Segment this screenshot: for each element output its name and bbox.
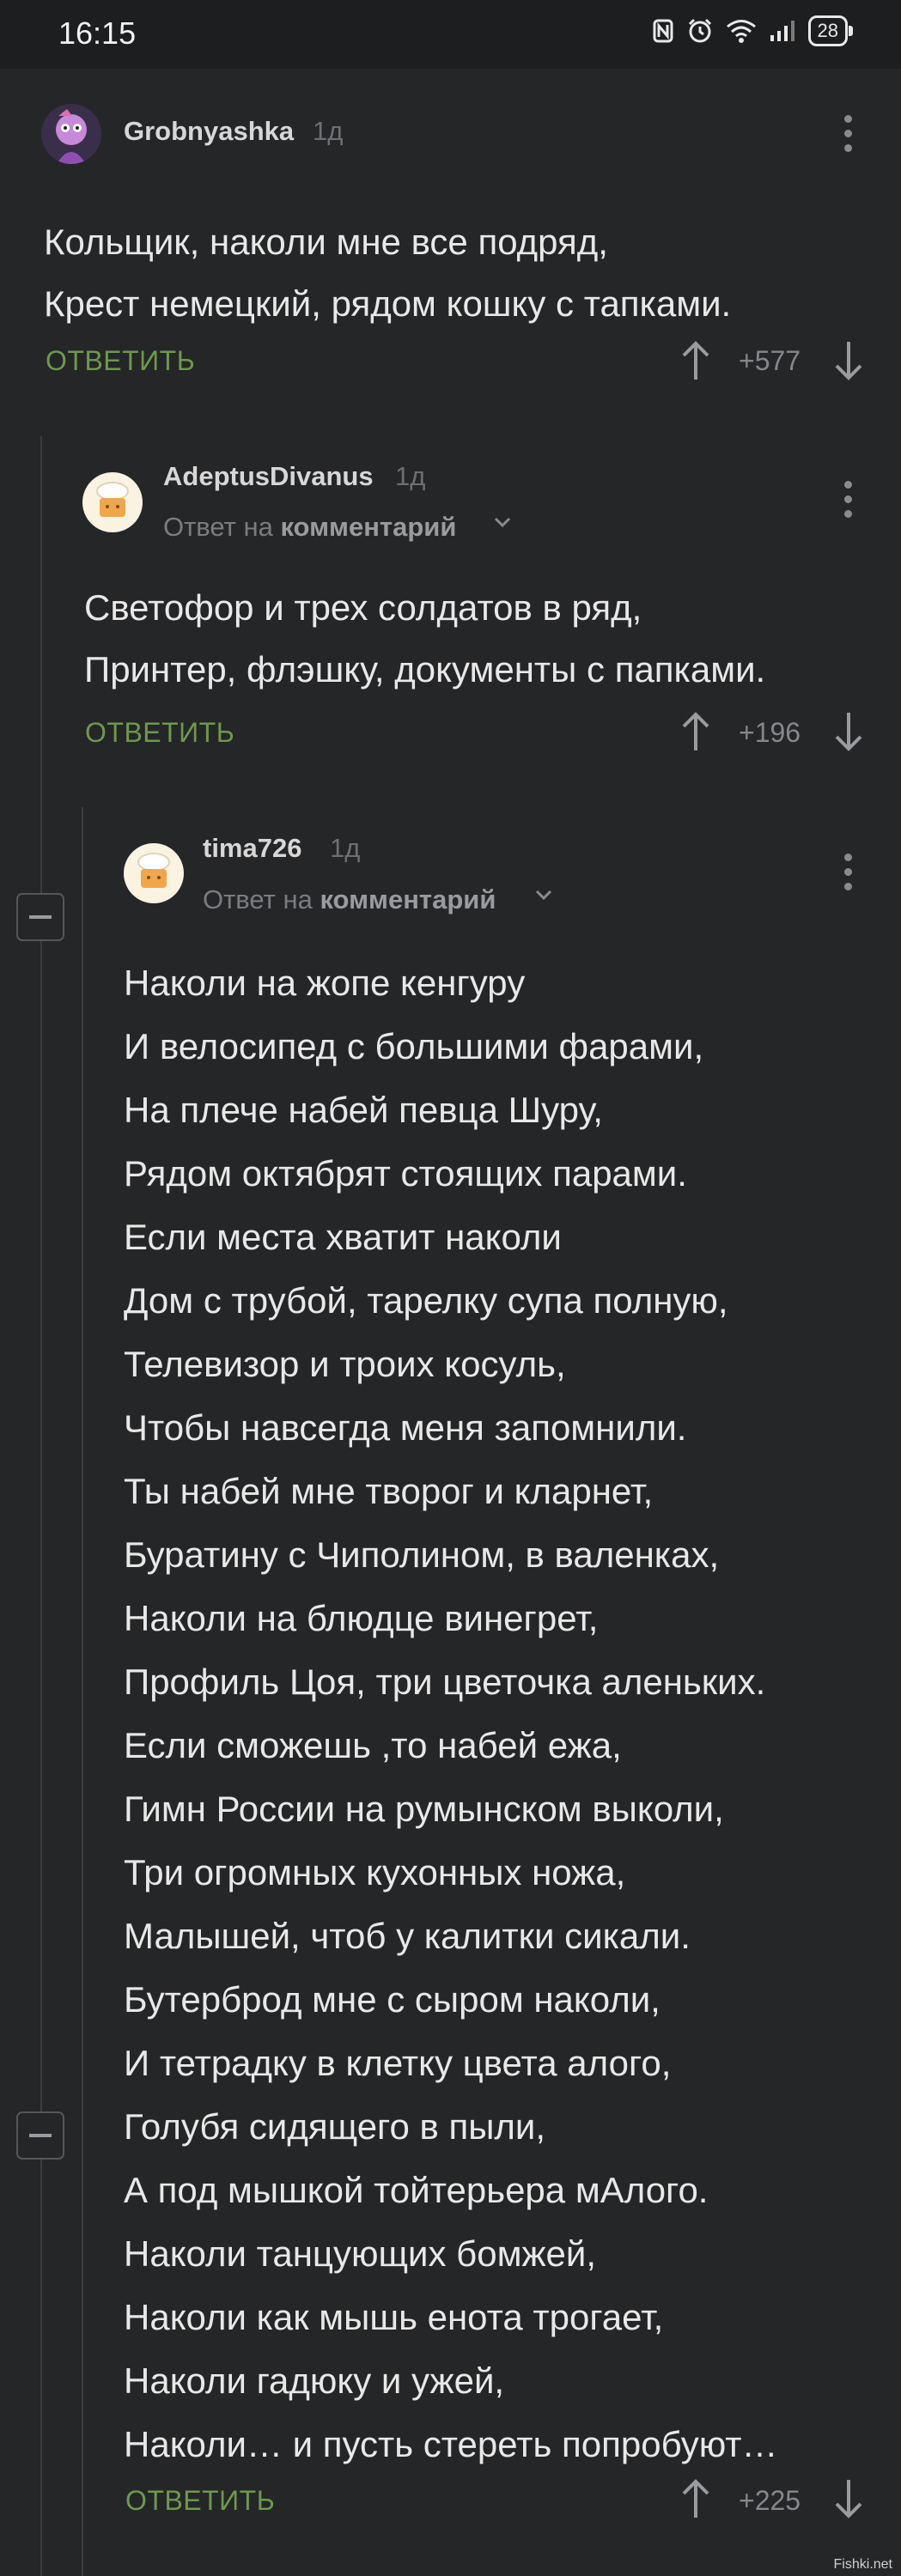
comment-text: Кольщик, наколи мне все подряд, Крест не…: [44, 222, 732, 324]
watermark: Fishki.net: [833, 2557, 892, 2572]
thread-line: [40, 436, 42, 2576]
avatar[interactable]: [41, 104, 101, 164]
upvote-icon[interactable]: [680, 340, 711, 386]
more-icon[interactable]: [842, 115, 854, 159]
alarm-icon: [686, 17, 714, 45]
timestamp: 1д: [330, 833, 361, 863]
username[interactable]: Grobnyashka: [124, 116, 294, 147]
battery-icon: 28: [807, 15, 854, 46]
upvote-icon[interactable]: [680, 2478, 711, 2524]
reply-button[interactable]: ОТВЕТИТЬ: [85, 717, 234, 749]
downvote-icon[interactable]: [833, 2478, 864, 2524]
timestamp: 1д: [395, 461, 426, 491]
wifi-icon: [726, 19, 757, 43]
collapse-icon[interactable]: [16, 2111, 64, 2160]
more-icon[interactable]: [842, 481, 854, 525]
comment-text: Наколи на жопе кенгуру И велосипед с бол…: [124, 963, 778, 2464]
status-time: 16:15: [58, 15, 137, 51]
rating: +225: [739, 2485, 801, 2516]
status-bar: 16:15 28: [0, 0, 901, 69]
downvote-icon[interactable]: [833, 711, 864, 756]
downvote-icon[interactable]: [833, 340, 864, 386]
reply-target: комментарий: [320, 884, 496, 914]
nfc-icon: [652, 18, 674, 44]
thread-line: [82, 807, 83, 2576]
username[interactable]: tima726: [203, 833, 301, 864]
timestamp: 1д: [313, 116, 344, 146]
comment-text: Светофор и трех солдатов в ряд, Принтер,…: [84, 587, 766, 690]
avatar[interactable]: [124, 843, 184, 903]
reply-target: комментарий: [280, 512, 457, 542]
reply-button[interactable]: ОТВЕТИТЬ: [125, 2485, 275, 2517]
avatar[interactable]: [82, 472, 143, 532]
chevron-down-icon[interactable]: [493, 515, 512, 533]
collapse-icon[interactable]: [16, 893, 64, 941]
reply-button[interactable]: ОТВЕТИТЬ: [46, 345, 195, 377]
status-icons: 28: [652, 15, 854, 46]
signal-icon: [769, 19, 796, 43]
rating: +577: [739, 345, 801, 376]
more-icon[interactable]: [842, 854, 854, 897]
reply-to[interactable]: Ответ на комментарий: [163, 512, 456, 543]
upvote-icon[interactable]: [680, 711, 711, 756]
username[interactable]: AdeptusDivanus: [163, 461, 374, 492]
rating: +196: [739, 717, 801, 748]
chevron-down-icon[interactable]: [534, 888, 553, 906]
reply-to[interactable]: Ответ на комментарий: [203, 884, 496, 915]
